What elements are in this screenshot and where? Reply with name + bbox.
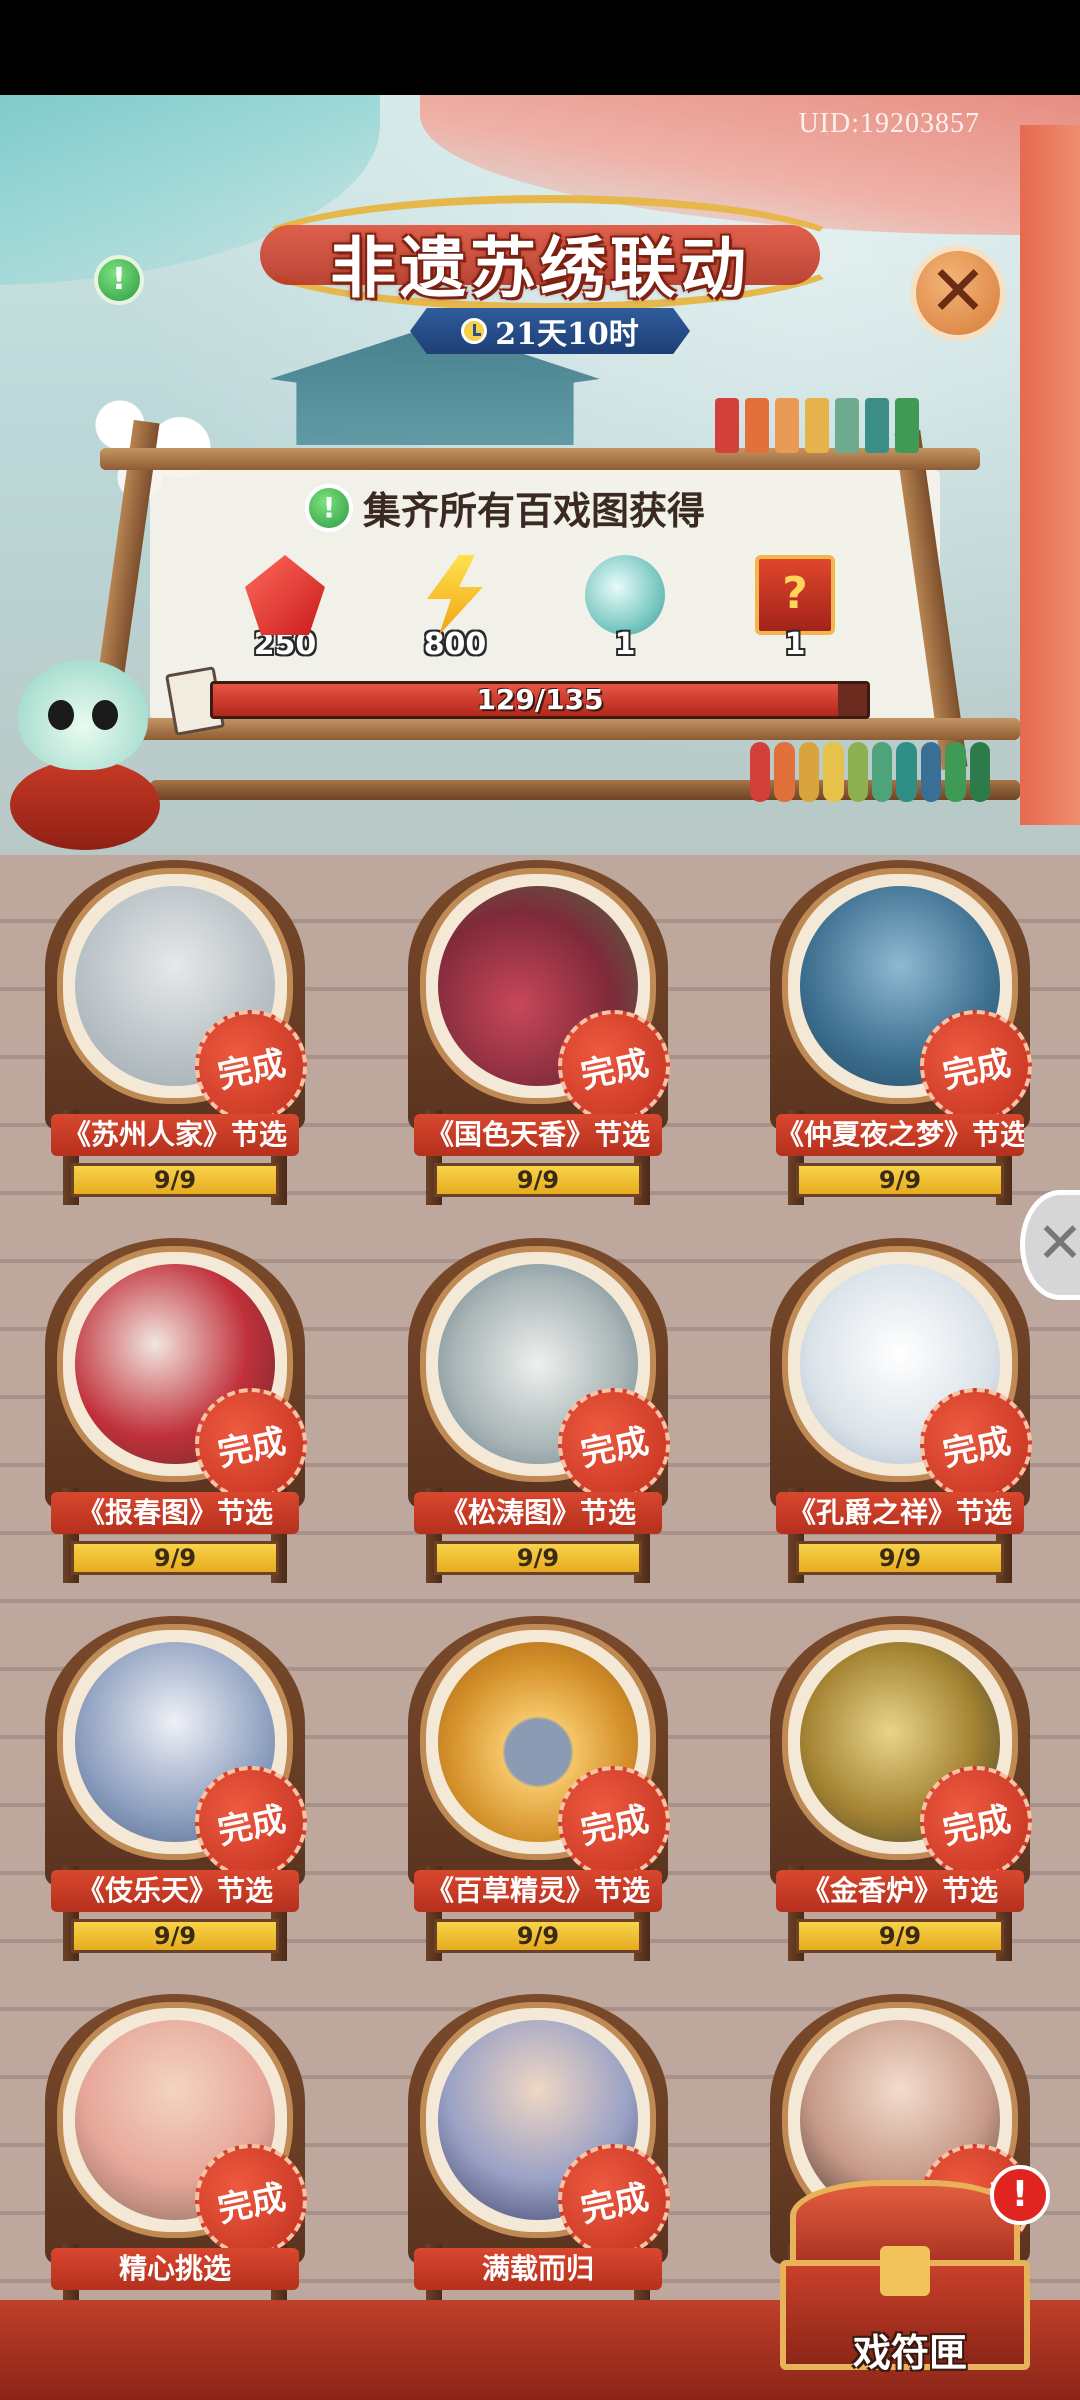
clock-icon: [461, 318, 488, 344]
reward-item-jade[interactable]: 1: [565, 555, 685, 662]
cat-mascot[interactable]: [0, 660, 170, 860]
card-progress: 9/9: [796, 1163, 1004, 1197]
reward-heading-text: 集齐所有百戏图获得: [363, 488, 706, 533]
collection-card[interactable]: 完成 《金香炉》节选 9/9: [770, 1616, 1043, 1961]
user-id: UID:19203857: [798, 108, 980, 139]
event-timer: 21天10时: [410, 308, 690, 354]
reward-count: 1: [614, 627, 636, 662]
jade-orb-icon: [585, 555, 665, 635]
collection-card[interactable]: 完成 《报春图》节选 9/9: [45, 1238, 318, 1583]
card-title: 《苏州人家》节选: [51, 1114, 299, 1156]
title-banner: 非遗苏绣联动: [240, 155, 856, 325]
lock-icon: [880, 2246, 930, 2296]
info-icon[interactable]: !: [305, 483, 353, 532]
info-button[interactable]: !: [94, 255, 144, 305]
card-progress: 9/9: [434, 1541, 642, 1575]
card-title: 《百草精灵》节选: [414, 1870, 662, 1912]
card-title: 满载而归: [414, 2248, 662, 2290]
card-title: 《伎乐天》节选: [51, 1870, 299, 1912]
collection-card[interactable]: 完成 满载而归: [408, 1994, 681, 2339]
status-bar: [0, 0, 1080, 95]
reward-count: 800: [423, 627, 487, 662]
card-progress: 9/9: [71, 1541, 279, 1575]
card-progress: 9/9: [796, 1919, 1004, 1953]
page-title: 非遗苏绣联动: [330, 229, 750, 307]
thread-spools: [715, 398, 925, 453]
timer-text: 21天10时: [495, 317, 639, 352]
loom-beam-middle: [130, 718, 1020, 740]
reward-heading: ! 集齐所有百戏图获得: [305, 480, 705, 535]
card-title: 《国色天香》节选: [414, 1114, 662, 1156]
collection-card[interactable]: 完成 《百草精灵》节选 9/9: [408, 1616, 681, 1961]
card-progress: 9/9: [71, 1163, 279, 1197]
collection-card[interactable]: 完成 《仲夏夜之梦》节选 9/9: [770, 860, 1043, 1205]
collection-progress-bar: 129/135: [210, 681, 870, 719]
progress-text: 129/135: [476, 683, 604, 716]
card-title: 《报春图》节选: [51, 1492, 299, 1534]
thread-spools-lower: [750, 742, 991, 802]
collection-card[interactable]: 完成 《松涛图》节选 9/9: [408, 1238, 681, 1583]
treasure-chest-label: 戏符匣: [852, 2330, 967, 2375]
card-title: 《孔爵之祥》节选: [776, 1492, 1024, 1534]
card-title: 《仲夏夜之梦》节选: [776, 1114, 1024, 1156]
alert-badge-icon: !: [990, 2165, 1050, 2225]
collection-card[interactable]: 完成 《国色天香》节选 9/9: [408, 860, 681, 1205]
card-progress: 9/9: [71, 1919, 279, 1953]
ruby-icon: [245, 555, 325, 635]
collection-card[interactable]: 完成 《苏州人家》节选 9/9: [45, 860, 318, 1205]
collection-card[interactable]: 完成 精心挑选: [45, 1994, 318, 2339]
card-progress: 9/9: [796, 1541, 1004, 1575]
reward-item-energy[interactable]: 800: [395, 555, 515, 662]
reward-item-chest[interactable]: ? 1: [735, 555, 855, 662]
card-title: 《金香炉》节选: [776, 1870, 1024, 1912]
collection-card[interactable]: 完成 《伎乐天》节选 9/9: [45, 1616, 318, 1961]
lightning-icon: [427, 555, 483, 635]
close-button[interactable]: ✕: [910, 245, 1006, 341]
mystery-chest-icon: ?: [755, 555, 835, 635]
reward-count: 1: [784, 627, 806, 662]
card-title: 《松涛图》节选: [414, 1492, 662, 1534]
card-title: 精心挑选: [51, 2248, 299, 2290]
card-progress: 9/9: [434, 1919, 642, 1953]
reward-item-ruby[interactable]: 250: [225, 555, 345, 662]
card-progress: 9/9: [434, 1163, 642, 1197]
collection-card[interactable]: 完成 《孔爵之祥》节选 9/9: [770, 1238, 1043, 1583]
